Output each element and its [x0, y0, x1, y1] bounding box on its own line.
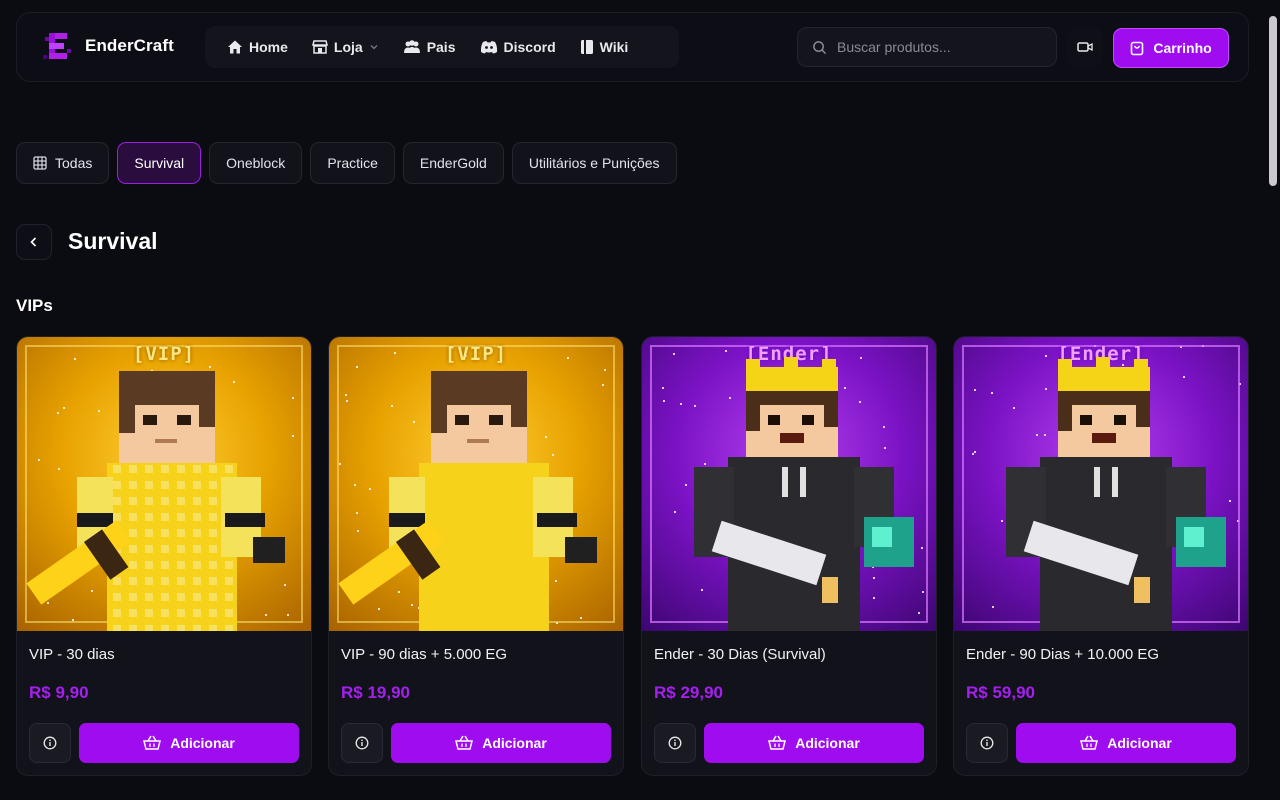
video-camera-icon — [1077, 42, 1093, 52]
basket-icon — [143, 735, 162, 750]
product-image: [VIP] — [17, 337, 311, 631]
basket-icon — [768, 735, 787, 750]
category-practice[interactable]: Practice — [310, 142, 395, 184]
gold-character-art — [26, 371, 285, 631]
info-button[interactable] — [29, 723, 71, 763]
category-survival[interactable]: Survival — [117, 142, 202, 184]
category-tabs: Todas Survival Oneblock Practice EnderGo… — [16, 142, 677, 184]
video-button[interactable] — [1067, 27, 1103, 67]
product-card: [Ender] Ender - 30 Dias (Survival) R$ 29… — [641, 336, 937, 776]
basket-icon — [1080, 735, 1099, 750]
product-price: R$ 59,90 — [966, 683, 1035, 702]
info-button[interactable] — [654, 723, 696, 763]
product-image: [Ender] — [954, 337, 1248, 631]
ender-character-art — [694, 357, 914, 631]
store-icon — [311, 40, 328, 54]
product-image: [Ender] — [642, 337, 936, 631]
add-to-cart-button[interactable]: Adicionar — [704, 723, 924, 763]
category-practice-label: Practice — [327, 155, 378, 171]
nav-loja[interactable]: Loja — [300, 32, 391, 62]
product-card: [VIP] VIP - 90 dias + 5.000 EG R$ 19,90 … — [328, 336, 624, 776]
shopping-bag-icon — [1131, 41, 1144, 55]
product-price: R$ 19,90 — [341, 683, 410, 702]
add-to-cart-button[interactable]: Adicionar — [391, 723, 611, 763]
gold-character-art — [338, 371, 597, 631]
info-icon — [43, 736, 57, 750]
chevron-left-icon — [30, 237, 37, 247]
nav-home-label: Home — [249, 39, 288, 55]
add-to-cart-label: Adicionar — [1107, 735, 1172, 751]
ender-character-art — [1006, 357, 1226, 631]
category-oneblock-label: Oneblock — [226, 155, 286, 171]
basket-icon — [455, 735, 474, 750]
brand-name: EnderCraft — [85, 36, 174, 55]
info-icon — [980, 736, 994, 750]
discord-icon — [480, 41, 497, 54]
scrollbar-thumb[interactable] — [1269, 16, 1277, 186]
search-icon — [813, 40, 827, 54]
nav-wiki[interactable]: Wiki — [568, 32, 641, 62]
add-to-cart-button[interactable]: Adicionar — [79, 723, 299, 763]
category-endergold-label: EnderGold — [419, 155, 487, 171]
nav-pais-label: Pais — [426, 39, 456, 55]
nav-discord[interactable]: Discord — [468, 32, 568, 62]
category-todas-label: Todas — [55, 155, 93, 171]
category-oneblock[interactable]: Oneblock — [209, 142, 303, 184]
product-name: VIP - 90 dias + 5.000 EG — [341, 646, 508, 663]
product-name: VIP - 30 dias — [29, 646, 115, 663]
nav-pais[interactable]: Pais — [391, 32, 468, 62]
chevron-down-icon — [370, 45, 378, 50]
back-button[interactable] — [16, 224, 52, 260]
nav-home[interactable]: Home — [215, 32, 300, 62]
info-button[interactable] — [966, 723, 1008, 763]
product-name: Ender - 90 Dias + 10.000 EG — [966, 646, 1160, 663]
product-name: Ender - 30 Dias (Survival) — [654, 646, 826, 663]
main-nav: Home Loja Pais Discord Wiki — [205, 26, 679, 68]
cart-button-label: Carrinho — [1153, 40, 1212, 56]
info-icon — [668, 736, 682, 750]
product-card: [VIP] VIP - 30 dias R$ 9,90 Adicionar — [16, 336, 312, 776]
add-to-cart-label: Adicionar — [170, 735, 235, 751]
grid-icon — [33, 156, 47, 170]
nav-wiki-label: Wiki — [599, 39, 629, 55]
product-card: [Ender] Ender - 90 Dias + 10.000 EG R$ 5… — [953, 336, 1249, 776]
add-to-cart-label: Adicionar — [482, 735, 547, 751]
nav-loja-label: Loja — [333, 39, 363, 55]
category-utilitarios[interactable]: Utilitários e Punições — [511, 142, 677, 184]
product-image: [VIP] — [329, 337, 623, 631]
site-header: EnderCraft Home Loja Pais Discord Wiki B… — [16, 12, 1249, 82]
book-icon — [580, 40, 593, 54]
product-price: R$ 9,90 — [29, 683, 89, 702]
category-endergold[interactable]: EnderGold — [402, 142, 504, 184]
search-box[interactable] — [797, 27, 1057, 67]
category-utilitarios-label: Utilitários e Punições — [528, 155, 660, 171]
product-price: R$ 29,90 — [654, 683, 723, 702]
info-button[interactable] — [341, 723, 383, 763]
home-icon — [228, 40, 242, 54]
page-title: Survival — [68, 228, 158, 254]
brand-logo[interactable]: EnderCraft — [41, 29, 174, 63]
nav-discord-label: Discord — [503, 39, 556, 55]
page-scrollbar[interactable] — [1266, 2, 1278, 798]
section-subtitle: VIPs — [16, 296, 53, 315]
category-todas[interactable]: Todas — [16, 142, 110, 184]
info-icon — [355, 736, 369, 750]
add-to-cart-button[interactable]: Adicionar — [1016, 723, 1236, 763]
cart-button[interactable]: Carrinho — [1113, 28, 1229, 68]
category-survival-label: Survival — [134, 155, 185, 171]
users-icon — [403, 40, 420, 53]
search-input[interactable] — [837, 39, 1037, 55]
endercraft-logo-icon — [41, 29, 75, 63]
add-to-cart-label: Adicionar — [795, 735, 860, 751]
